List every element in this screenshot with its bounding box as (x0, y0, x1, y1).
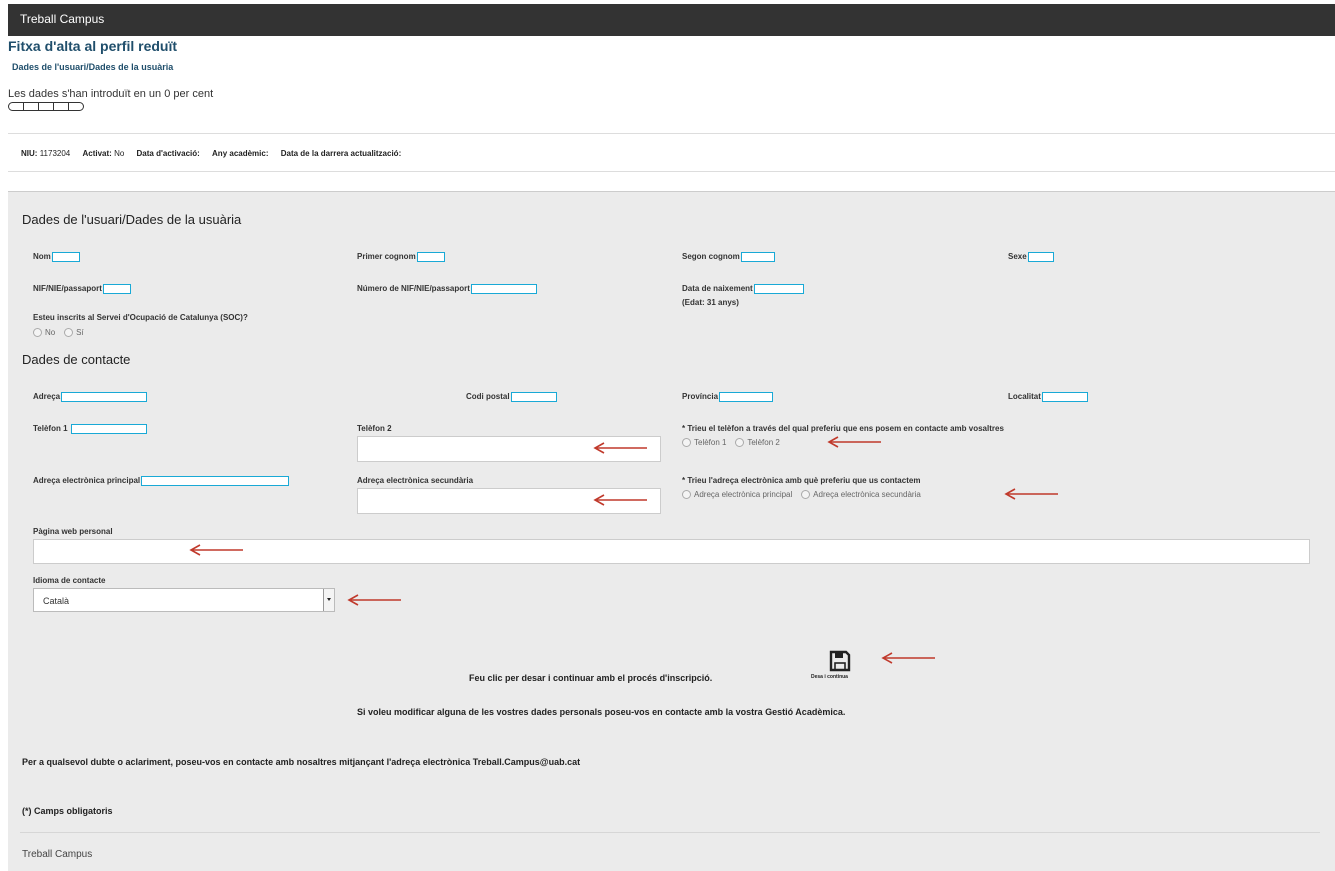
nom-field: Nom (33, 252, 80, 262)
naixement-field: Data de naixement (682, 284, 804, 294)
last-update-label: Data de la darrera actualització: (280, 149, 402, 158)
email-pref-opt1[interactable]: Adreça electrònica principal (682, 490, 792, 500)
soc-si-option[interactable]: Sí (64, 328, 84, 338)
activat-value: No (114, 149, 125, 158)
page-subtitle: Dades de l'usuari/Dades de la usuària (12, 62, 174, 72)
localitat-field: Localitat (1008, 392, 1088, 402)
annotation-arrow-icon (827, 436, 881, 448)
modify-note: Si voleu modificar alguna de les vostres… (357, 707, 846, 717)
telefon-pref-label: * Trieu el telèfon a través del qual pre… (682, 424, 1004, 433)
progress-bar (8, 102, 84, 111)
primer-cognom-field: Primer cognom (357, 252, 445, 262)
email-secundaria-label: Adreça electrònica secundària (357, 476, 474, 485)
contact-section-title: Dades de contacte (22, 352, 131, 367)
radio-icon[interactable] (682, 438, 691, 448)
radio-icon[interactable] (735, 438, 745, 448)
activat-label: Activat: (82, 149, 112, 158)
doubts-note: Per a qualsevol dubte o aclariment, pose… (22, 757, 581, 767)
telefon-pref-opt2[interactable]: Telèfon 2 (735, 438, 780, 448)
soc-options: No Sí (33, 328, 84, 338)
telefon2-label: Telèfon 2 (357, 424, 392, 433)
segon-cognom-value-box[interactable] (740, 252, 775, 262)
localitat-value-box[interactable] (1041, 392, 1088, 402)
provincia-field: Província (682, 392, 774, 402)
radio-icon[interactable] (801, 490, 811, 500)
footer-title: Treball Campus (22, 849, 93, 860)
page-title: Fitxa d'alta al perfil reduït (8, 38, 178, 54)
niu-label: NIU: (21, 149, 38, 158)
telefon1-field: Telèfon 1 (33, 424, 147, 434)
app-title: Treball Campus (20, 12, 105, 26)
info-bar: NIU: 1173204 Activat: No Data d'activaci… (21, 149, 401, 158)
idioma-selected-value: Català (43, 596, 70, 606)
annotation-arrow-icon (347, 594, 401, 606)
nom-value-box[interactable] (51, 252, 80, 262)
annotation-arrow-icon (189, 544, 243, 556)
provincia-value-box[interactable] (719, 392, 774, 402)
telefon1-value-box[interactable] (70, 424, 147, 434)
nif-value-box[interactable] (102, 284, 131, 294)
dropdown-caret-icon[interactable] (323, 589, 334, 611)
form-panel (8, 191, 1335, 871)
progress-text: Les dades s'han introduït en un 0 per ce… (8, 88, 214, 100)
radio-icon[interactable] (682, 490, 691, 500)
codi-postal-field: Codi postal (466, 392, 557, 402)
save-continue-button[interactable]: Desa i continua (811, 674, 848, 680)
annotation-arrow-icon (593, 494, 647, 506)
save-prompt: Feu clic per desar i continuar amb el pr… (469, 673, 713, 683)
annotation-arrow-icon (593, 442, 647, 454)
email-pref-label: * Trieu l'adreça electrònica amb què pre… (682, 476, 921, 485)
email-pref-options: Adreça electrònica principal Adreça elec… (682, 490, 921, 500)
top-bar: Treball Campus (8, 4, 1335, 36)
naixement-value-box[interactable] (753, 284, 804, 294)
email-principal-value-box[interactable] (141, 476, 290, 486)
num-nif-field: Número de NIF/NIE/passaport (357, 284, 537, 294)
user-section-title: Dades de l'usuari/Dades de la usuària (22, 212, 242, 227)
sexe-value-box[interactable] (1027, 252, 1054, 262)
radio-icon[interactable] (64, 328, 74, 338)
niu-value: 1173204 (39, 149, 71, 158)
telefon-pref-opt1[interactable]: Telèfon 1 (682, 438, 726, 448)
nif-field: NIF/NIE/passaport (33, 284, 131, 294)
adreca-field: Adreça (33, 392, 148, 402)
telefon-pref-options: Telèfon 1 Telèfon 2 (682, 438, 780, 448)
idioma-select[interactable]: Català (33, 588, 335, 612)
annotation-arrow-icon (881, 652, 935, 664)
academic-year-label: Any acadèmic: (212, 149, 269, 158)
num-nif-value-box[interactable] (470, 284, 537, 294)
email-principal-field: Adreça electrònica principal (33, 476, 290, 486)
adreca-value-box[interactable] (61, 392, 148, 402)
annotation-arrow-icon (1004, 488, 1058, 500)
edat-text: (Edat: 31 anys) (682, 298, 739, 307)
activation-date-label: Data d'activació: (136, 149, 200, 158)
web-label: Pàgina web personal (33, 527, 113, 536)
radio-icon[interactable] (33, 328, 42, 338)
primer-cognom-value-box[interactable] (416, 252, 445, 262)
codi-postal-value-box[interactable] (510, 392, 557, 402)
floppy-disk-icon[interactable] (829, 650, 851, 672)
sexe-field: Sexe (1008, 252, 1054, 262)
soc-question: Esteu inscrits al Servei d'Ocupació de C… (33, 313, 248, 322)
idioma-label: Idioma de contacte (33, 576, 106, 585)
required-fields-note: (*) Camps obligatoris (22, 806, 113, 816)
segon-cognom-field: Segon cognom (682, 252, 775, 262)
email-pref-opt2[interactable]: Adreça electrònica secundària (801, 490, 921, 500)
soc-no-option[interactable]: No (33, 328, 55, 338)
